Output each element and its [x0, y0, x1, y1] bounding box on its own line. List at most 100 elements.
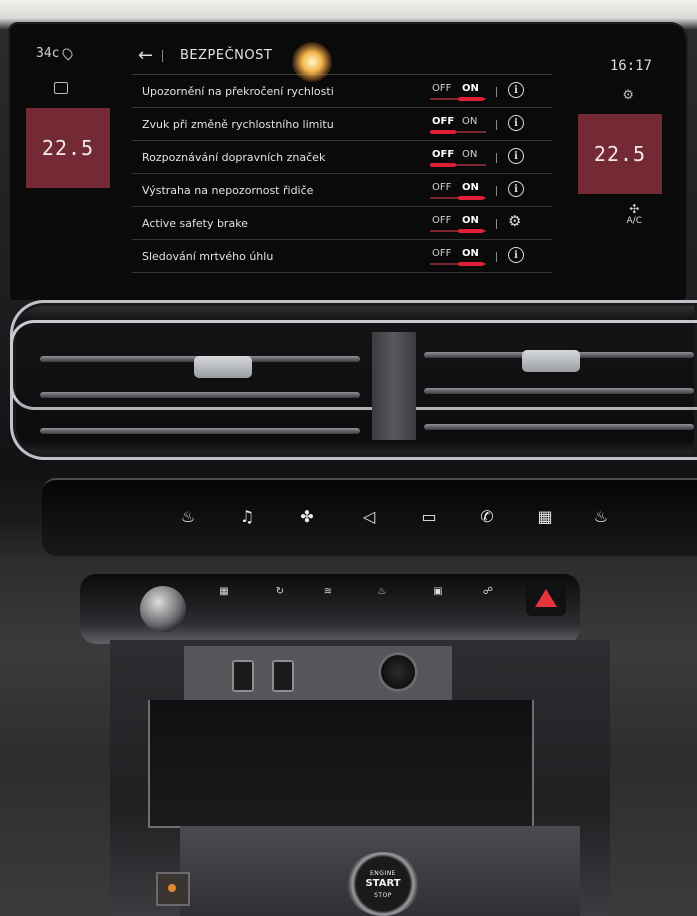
vent-adjuster-right[interactable] [522, 350, 580, 372]
toggle-on-label[interactable]: ON [462, 182, 479, 193]
row-divider [496, 186, 497, 196]
toggle-track [430, 262, 486, 266]
apps-icon[interactable]: ▦ [532, 506, 558, 528]
setting-label: Rozpoznávání dopravních značek [142, 150, 326, 164]
vent-louver [40, 392, 360, 398]
info-icon[interactable]: i [508, 181, 524, 197]
setting-row: Rozpoznávání dopravních značek OFF ON i [132, 141, 552, 174]
music-icon[interactable]: ♫ [234, 506, 260, 528]
on-off-toggle[interactable]: OFF ON [430, 148, 486, 167]
toggle-track [430, 163, 486, 167]
fan-icon: ✣ [629, 202, 640, 216]
start-label-top: ENGINE [370, 870, 396, 877]
setting-row: Zvuk při změně rychlostního limitu OFF O… [132, 108, 552, 141]
info-icon[interactable]: i [508, 247, 524, 263]
toggle-indicator [430, 130, 456, 134]
info-icon[interactable]: i [508, 115, 524, 131]
child-lock-icon[interactable]: ☍ [478, 586, 498, 600]
header-divider [162, 50, 163, 62]
right-climate-column: 16:17 ⚙ 22.5 ✣ A/C [574, 30, 674, 292]
navigation-icon[interactable]: ◁ [356, 506, 382, 528]
power-socket[interactable] [378, 652, 418, 692]
engine-start-stop-button[interactable]: ENGINE START STOP [346, 852, 420, 916]
vent-divider [372, 332, 416, 440]
toggle-off-label[interactable]: OFF [432, 182, 451, 193]
storage-tray [148, 700, 534, 828]
on-off-toggle[interactable]: OFF ON [430, 214, 486, 233]
safety-settings-panel: ← BEZPEČNOST Upozornění na překročení ry… [132, 38, 552, 288]
car-icon[interactable]: ▭ [416, 506, 442, 528]
recirculation-icon[interactable]: ↻ [270, 586, 290, 600]
settings-gear-icon[interactable]: ⚙ [622, 88, 634, 103]
outside-temperature: 34c [36, 46, 76, 61]
toggle-on-label[interactable]: ON [462, 149, 477, 160]
toggle-off-label[interactable]: OFF [432, 215, 451, 226]
start-label-bottom: STOP [374, 892, 392, 899]
toggle-track [430, 196, 486, 200]
on-off-toggle[interactable]: OFF ON [430, 247, 486, 266]
phone-icon[interactable]: ✆ [474, 506, 500, 528]
toggle-track [430, 97, 486, 101]
vent-louver [424, 388, 694, 394]
vent-adjuster-left[interactable] [194, 356, 252, 378]
rear-defrost-icon[interactable]: ▦ [214, 586, 234, 600]
toggle-indicator [458, 97, 484, 101]
toggle-off-label[interactable]: OFF [432, 83, 451, 94]
screen-mode-icon[interactable] [54, 82, 68, 94]
left-climate-column: 34c 22.5 [14, 30, 114, 292]
setting-row: Upozornění na překročení rychlosti OFF O… [132, 75, 552, 108]
start-label-main: START [365, 878, 401, 889]
volume-knob[interactable] [140, 586, 186, 632]
row-divider [496, 153, 497, 163]
toggle-indicator [458, 262, 484, 266]
hazard-icon [535, 589, 557, 607]
setting-label: Zvuk při změně rychlostního limitu [142, 117, 334, 131]
ac-button[interactable]: ✣ A/C [627, 202, 642, 226]
toggle-on-label[interactable]: ON [462, 215, 479, 226]
setting-label: Výstraha na nepozornost řidiče [142, 183, 314, 197]
left-temperature-control[interactable]: 22.5 [26, 108, 110, 188]
indicator-button[interactable] [156, 872, 190, 906]
toggle-on-label[interactable]: ON [462, 83, 479, 94]
vent-louver [424, 424, 694, 430]
toggle-on-label[interactable]: ON [462, 248, 479, 259]
location-icon [60, 46, 76, 61]
lock-icon[interactable]: ▣ [428, 586, 448, 600]
toggle-on-label[interactable]: ON [462, 116, 477, 127]
on-off-toggle[interactable]: OFF ON [430, 115, 486, 134]
toggle-track [430, 229, 486, 233]
hazard-button[interactable] [526, 580, 566, 616]
row-divider [496, 120, 497, 130]
back-arrow-icon[interactable]: ← [138, 47, 153, 65]
toggle-off-label[interactable]: OFF [432, 248, 451, 259]
setting-label: Sledování mrtvého úhlu [142, 249, 274, 263]
setting-row: Sledování mrtvého úhlu OFF ON i [132, 240, 552, 273]
panel-header: ← BEZPEČNOST [132, 38, 552, 82]
row-divider [496, 252, 497, 262]
info-icon[interactable]: i [508, 148, 524, 164]
fan-icon[interactable]: ✤ [294, 506, 320, 528]
on-off-toggle[interactable]: OFF ON [430, 181, 486, 200]
indicator-light-icon [168, 884, 176, 892]
right-temperature-control[interactable]: 22.5 [578, 114, 662, 194]
seat-vent-icon[interactable]: ♨ [372, 586, 392, 600]
setting-label: Upozornění na překročení rychlosti [142, 84, 334, 98]
setting-label: Active safety brake [142, 216, 248, 230]
toggle-indicator [430, 163, 456, 167]
front-defrost-icon[interactable]: ≋ [318, 586, 338, 600]
toggle-off-label[interactable]: OFF [432, 116, 454, 127]
setting-row: Active safety brake OFF ON ⚙ [132, 207, 552, 240]
seat-heat-right-icon[interactable]: ♨ [588, 506, 614, 528]
info-icon[interactable]: i [508, 82, 524, 98]
ac-label: A/C [626, 216, 642, 226]
toggle-indicator [458, 229, 484, 233]
seat-heat-icon[interactable]: ♨ [175, 506, 201, 528]
usb-port[interactable] [232, 660, 254, 692]
usb-c-port[interactable] [272, 660, 294, 692]
on-off-toggle[interactable]: OFF ON [430, 82, 486, 101]
page-title: BEZPEČNOST [180, 48, 273, 63]
row-divider [496, 219, 497, 229]
gear-icon[interactable]: ⚙ [508, 212, 521, 230]
toggle-off-label[interactable]: OFF [432, 149, 454, 160]
toggle-indicator [458, 196, 484, 200]
